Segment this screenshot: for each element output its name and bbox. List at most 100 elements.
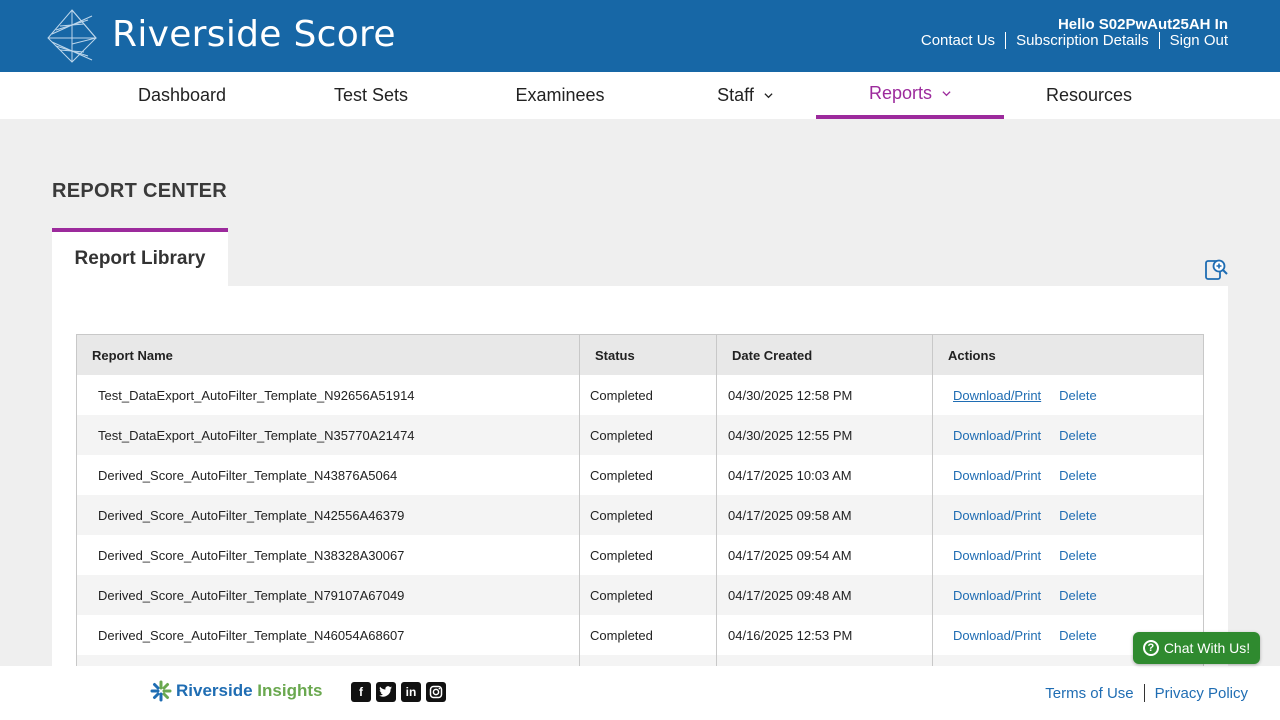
table-row: Derived_Score_AutoFilter_Template_N46054… <box>77 615 1203 655</box>
delete-link[interactable]: Delete <box>1059 428 1097 443</box>
delete-link[interactable]: Delete <box>1059 548 1097 563</box>
column-header-date-created[interactable]: Date Created <box>717 335 933 375</box>
logo-word-insights: Insights <box>257 681 323 700</box>
riverside-insights-logo[interactable]: Riverside Insights <box>150 680 322 702</box>
chat-with-us-button[interactable]: ? Chat With Us! <box>1133 632 1260 664</box>
date-created-cell: 04/30/2025 12:55 PM <box>717 415 933 455</box>
nav-test-sets[interactable]: Test Sets <box>311 72 431 119</box>
nav-label: Reports <box>868 83 933 103</box>
nav-reports[interactable]: Reports <box>816 72 1004 119</box>
sign-out-link[interactable]: Sign Out <box>1170 32 1228 49</box>
report-name-cell: Derived_Score_AutoFilter_Template_N43876… <box>77 455 580 495</box>
actions-cell: Download/Print Delete <box>933 575 1203 615</box>
download-print-link[interactable]: Download/Print <box>953 588 1041 603</box>
nav-label: Resources <box>1045 85 1133 105</box>
download-print-link[interactable]: Download/Print <box>953 508 1041 523</box>
brand-title: Riverside Score <box>112 14 396 55</box>
top-header: Riverside Score Hello S02PwAut25AH In Co… <box>0 0 1280 72</box>
chevron-down-icon <box>764 93 773 99</box>
status-cell: Completed <box>580 575 717 615</box>
divider <box>1158 32 1160 49</box>
report-search-icon[interactable] <box>1203 256 1229 282</box>
status-cell: Completed <box>580 415 717 455</box>
download-print-link[interactable]: Download/Print <box>953 548 1041 563</box>
tab-report-library[interactable]: Report Library <box>52 228 228 286</box>
nav-staff[interactable]: Staff <box>690 72 800 119</box>
date-created-cell: 04/30/2025 12:58 PM <box>717 375 933 415</box>
status-cell: Completed <box>580 535 717 575</box>
delete-link[interactable]: Delete <box>1059 388 1097 403</box>
date-created-cell: 04/17/2025 09:54 AM <box>717 535 933 575</box>
twitter-icon[interactable] <box>376 682 396 702</box>
actions-cell: Download/Print Delete <box>933 455 1203 495</box>
nav-dashboard[interactable]: Dashboard <box>122 72 242 119</box>
actions-cell: Download/Print Delete <box>933 375 1203 415</box>
report-name-cell: Derived_Score_AutoFilter_Template_N42556… <box>77 495 580 535</box>
status-cell: Completed <box>580 455 717 495</box>
actions-cell: Download/Print Delete <box>933 415 1203 455</box>
column-header-report-name[interactable]: Report Name <box>77 335 580 375</box>
download-print-link[interactable]: Download/Print <box>953 628 1041 643</box>
divider <box>1143 684 1145 702</box>
table-row: Test_DataExport_AutoFilter_Template_N357… <box>77 415 1203 455</box>
column-header-actions: Actions <box>948 347 996 363</box>
date-created-cell: 04/16/2025 12:53 PM <box>717 615 933 655</box>
logo-word-riverside: Riverside <box>176 681 253 700</box>
delete-link[interactable]: Delete <box>1059 628 1097 643</box>
column-header-status[interactable]: Status <box>580 335 717 375</box>
download-print-link[interactable]: Download/Print <box>953 468 1041 483</box>
report-name-cell: Derived_Score_AutoFilter_Template_N38328… <box>77 535 580 575</box>
riverside-insights-mark-icon <box>150 680 172 702</box>
actions-cell: Download/Print Delete <box>933 535 1203 575</box>
linkedin-icon[interactable]: in <box>401 682 421 702</box>
nav-examinees[interactable]: Examinees <box>500 72 620 119</box>
table-body: Test_DataExport_AutoFilter_Template_N926… <box>77 375 1203 695</box>
table-row: Derived_Score_AutoFilter_Template_N42556… <box>77 495 1203 535</box>
help-circle-icon: ? <box>1142 640 1159 656</box>
facebook-icon[interactable]: f <box>351 682 371 702</box>
date-created-cell: 04/17/2025 09:48 AM <box>717 575 933 615</box>
privacy-policy-link[interactable]: Privacy Policy <box>1155 685 1248 702</box>
user-greeting: Hello S02PwAut25AH In <box>1057 16 1228 33</box>
contact-us-link[interactable]: Contact Us <box>921 32 995 49</box>
delete-link[interactable]: Delete <box>1059 468 1097 483</box>
table-row: Derived_Score_AutoFilter_Template_N38328… <box>77 535 1203 575</box>
main-nav: Dashboard Test Sets Examinees Staff Repo… <box>0 72 1280 119</box>
delete-link[interactable]: Delete <box>1059 588 1097 603</box>
table-row: Test_DataExport_AutoFilter_Template_N926… <box>77 375 1203 415</box>
nav-label: Dashboard <box>137 85 227 105</box>
table-header-row: Report Name Status Date Created Actions <box>77 335 1203 375</box>
subscription-details-link[interactable]: Subscription Details <box>1016 32 1149 49</box>
status-cell: Completed <box>580 375 717 415</box>
nav-label: Examinees <box>515 85 605 105</box>
terms-of-use-link[interactable]: Terms of Use <box>1045 685 1133 702</box>
report-name-cell: Test_DataExport_AutoFilter_Template_N926… <box>77 375 580 415</box>
report-name-cell: Test_DataExport_AutoFilter_Template_N357… <box>77 415 580 455</box>
riverside-logo-icon <box>47 9 97 63</box>
page-title: REPORT CENTER <box>52 180 228 202</box>
chevron-down-icon <box>942 91 951 97</box>
header-links: Contact Us Subscription Details Sign Out <box>921 32 1228 49</box>
instagram-icon[interactable] <box>426 682 446 702</box>
reports-table: Report Name Status Date Created Actions … <box>76 334 1204 695</box>
report-name-cell: Derived_Score_AutoFilter_Template_N79107… <box>77 575 580 615</box>
status-cell: Completed <box>580 615 717 655</box>
date-created-cell: 04/17/2025 10:03 AM <box>717 455 933 495</box>
report-name-cell: Derived_Score_AutoFilter_Template_N46054… <box>77 615 580 655</box>
nav-resources[interactable]: Resources <box>1029 72 1149 119</box>
social-links: f in <box>351 682 446 702</box>
table-row: Derived_Score_AutoFilter_Template_N43876… <box>77 455 1203 495</box>
nav-label: Test Sets <box>333 85 409 105</box>
divider <box>1005 32 1007 49</box>
date-created-cell: 04/17/2025 09:58 AM <box>717 495 933 535</box>
chat-label: Chat With Us! <box>1163 640 1251 656</box>
download-print-link[interactable]: Download/Print <box>953 428 1041 443</box>
table-row: Derived_Score_AutoFilter_Template_N79107… <box>77 575 1203 615</box>
nav-label: Staff <box>717 85 754 105</box>
download-print-link[interactable]: Download/Print <box>953 388 1041 403</box>
delete-link[interactable]: Delete <box>1059 508 1097 523</box>
footer-links: Terms of Use Privacy Policy <box>1045 684 1248 702</box>
riverside-insights-wordmark: Riverside Insights <box>176 681 322 701</box>
actions-cell: Download/Print Delete <box>933 495 1203 535</box>
status-cell: Completed <box>580 495 717 535</box>
